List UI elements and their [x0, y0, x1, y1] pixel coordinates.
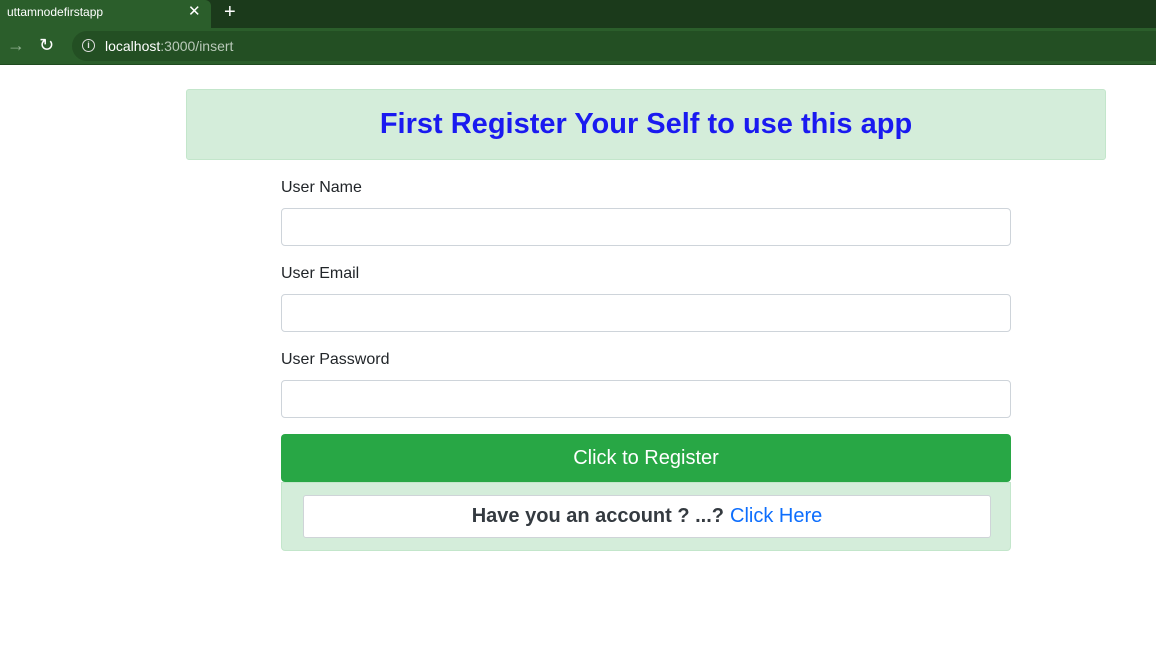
browser-toolbar: → ↻ i localhost:3000/insert — [0, 28, 1156, 65]
url-host: localhost — [105, 38, 161, 54]
new-tab-icon[interactable]: + — [224, 1, 236, 23]
tab-title: uttamnodefirstapp — [7, 5, 104, 19]
user-email-input[interactable] — [281, 294, 1011, 332]
register-banner: First Register Your Self to use this app — [186, 89, 1106, 160]
url-path: :3000/insert — [160, 38, 234, 54]
browser-tab[interactable]: uttamnodefirstapp ✕ — [0, 0, 211, 28]
reload-icon[interactable]: ↻ — [39, 34, 54, 56]
account-prompt: Have you an account ? ...? Click Here — [303, 495, 991, 538]
register-button[interactable]: Click to Register — [281, 434, 1011, 482]
url-text[interactable]: localhost:3000/insert — [105, 38, 233, 54]
user-name-input[interactable] — [281, 208, 1011, 246]
address-bar[interactable]: i localhost:3000/insert — [72, 31, 1156, 61]
info-icon[interactable]: i — [82, 39, 95, 52]
forward-arrow-icon[interactable]: → — [7, 34, 25, 56]
user-password-label: User Password — [281, 351, 390, 368]
account-panel: Have you an account ? ...? Click Here — [281, 482, 1011, 551]
user-email-label: User Email — [281, 265, 360, 282]
account-question: Have you an account ? ...? — [471, 505, 725, 527]
close-tab-icon[interactable]: ✕ — [188, 3, 201, 21]
login-link[interactable]: Click Here — [730, 505, 822, 528]
tab-strip: uttamnodefirstapp ✕ + — [0, 0, 1156, 28]
page-title: First Register Your Self to use this app — [379, 108, 913, 140]
user-name-label: User Name — [281, 179, 362, 196]
user-password-input[interactable] — [281, 380, 1011, 418]
